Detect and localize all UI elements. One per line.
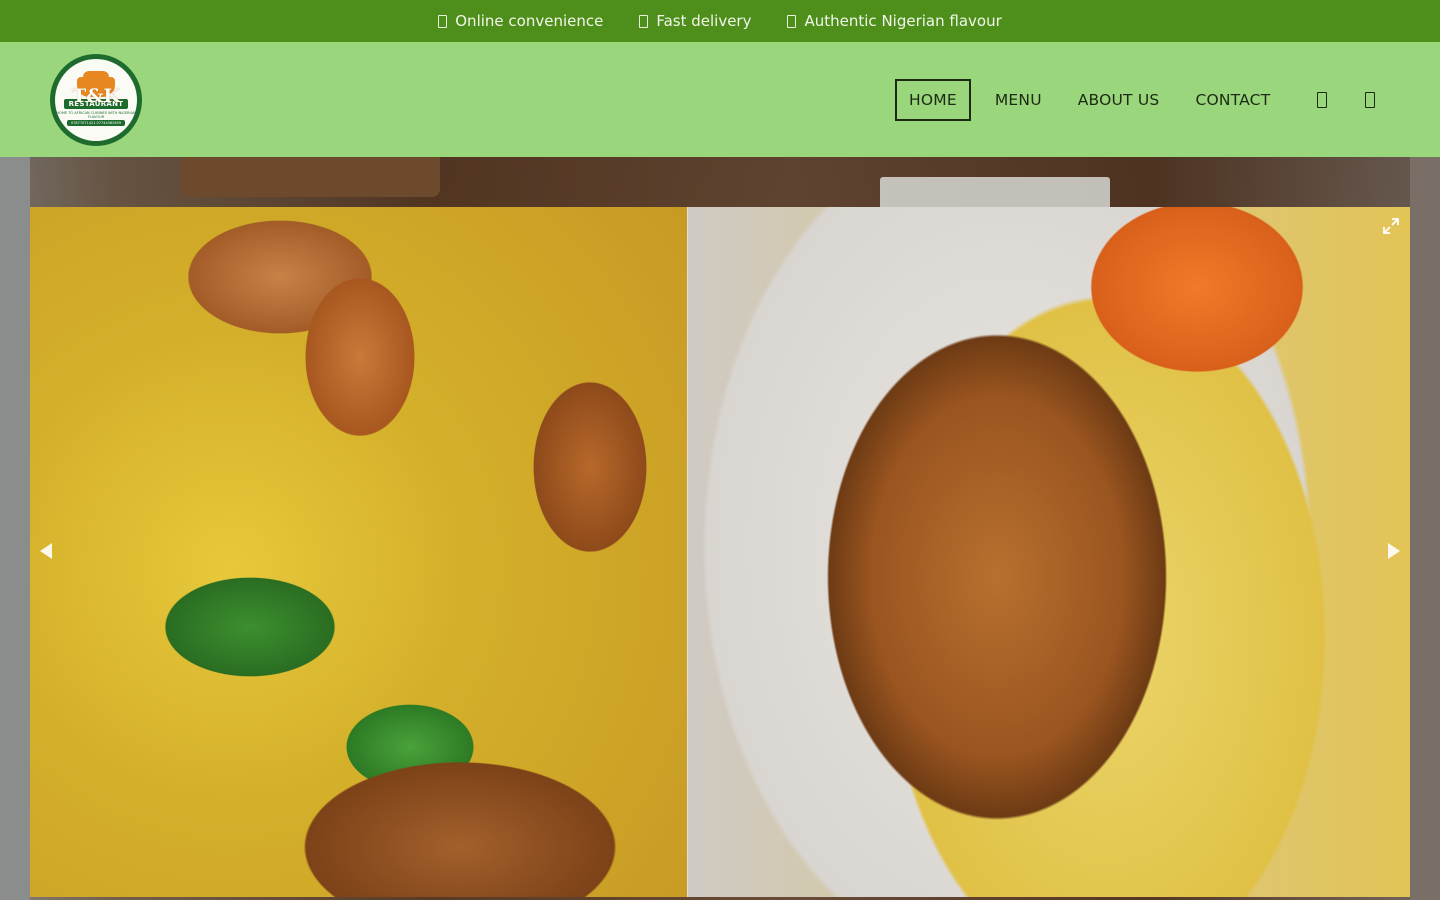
- image-slider[interactable]: [30, 207, 1410, 897]
- cart-icon: [1365, 92, 1376, 108]
- feature-delivery: Fast delivery: [639, 12, 751, 30]
- slide-divider: [687, 207, 688, 897]
- slide-image-fried-rice: [687, 207, 1410, 897]
- nav-menu[interactable]: MENU: [983, 79, 1054, 121]
- nav-home[interactable]: HOME: [895, 79, 971, 121]
- truck-icon: [639, 14, 649, 28]
- logo-badge: T&K RESTAURANT HOME TO AFRICAN CUISINES …: [55, 59, 137, 141]
- laptop-icon: [438, 14, 448, 28]
- announcement-bar: Online convenience Fast delivery Authent…: [0, 0, 1440, 42]
- hero-background-shelf: [180, 157, 440, 197]
- logo-tagline: HOME TO AFRICAN CUISINES WITH NIGERIAN F…: [56, 110, 136, 119]
- slide-image-jollof-rice: [30, 207, 687, 897]
- utensils-icon: [787, 14, 797, 28]
- slider-next-arrow-icon[interactable]: [1388, 543, 1400, 559]
- logo-phone: 07877071421 07744382659: [66, 119, 126, 126]
- nav-about-us[interactable]: ABOUT US: [1066, 79, 1172, 121]
- feature-label: Authentic Nigerian flavour: [804, 12, 1002, 30]
- hero-background-left: [0, 157, 30, 900]
- hero-background-right: [1410, 157, 1440, 900]
- main-nav: HOME MENU ABOUT US CONTACT: [895, 79, 1390, 121]
- logo-brand: T&K: [72, 85, 120, 107]
- hero-section: [0, 157, 1440, 900]
- feature-label: Fast delivery: [656, 12, 752, 30]
- nav-contact[interactable]: CONTACT: [1183, 79, 1282, 121]
- feature-flavour: Authentic Nigerian flavour: [787, 12, 1002, 30]
- search-button[interactable]: [1302, 79, 1342, 121]
- cart-button[interactable]: [1350, 79, 1390, 121]
- site-logo[interactable]: T&K RESTAURANT HOME TO AFRICAN CUISINES …: [50, 54, 142, 146]
- feature-label: Online convenience: [455, 12, 604, 30]
- site-header: T&K RESTAURANT HOME TO AFRICAN CUISINES …: [0, 42, 1440, 157]
- slider-prev-arrow-icon[interactable]: [40, 543, 52, 559]
- search-icon: [1317, 92, 1328, 108]
- feature-online: Online convenience: [438, 12, 603, 30]
- fullscreen-icon[interactable]: [1382, 217, 1400, 235]
